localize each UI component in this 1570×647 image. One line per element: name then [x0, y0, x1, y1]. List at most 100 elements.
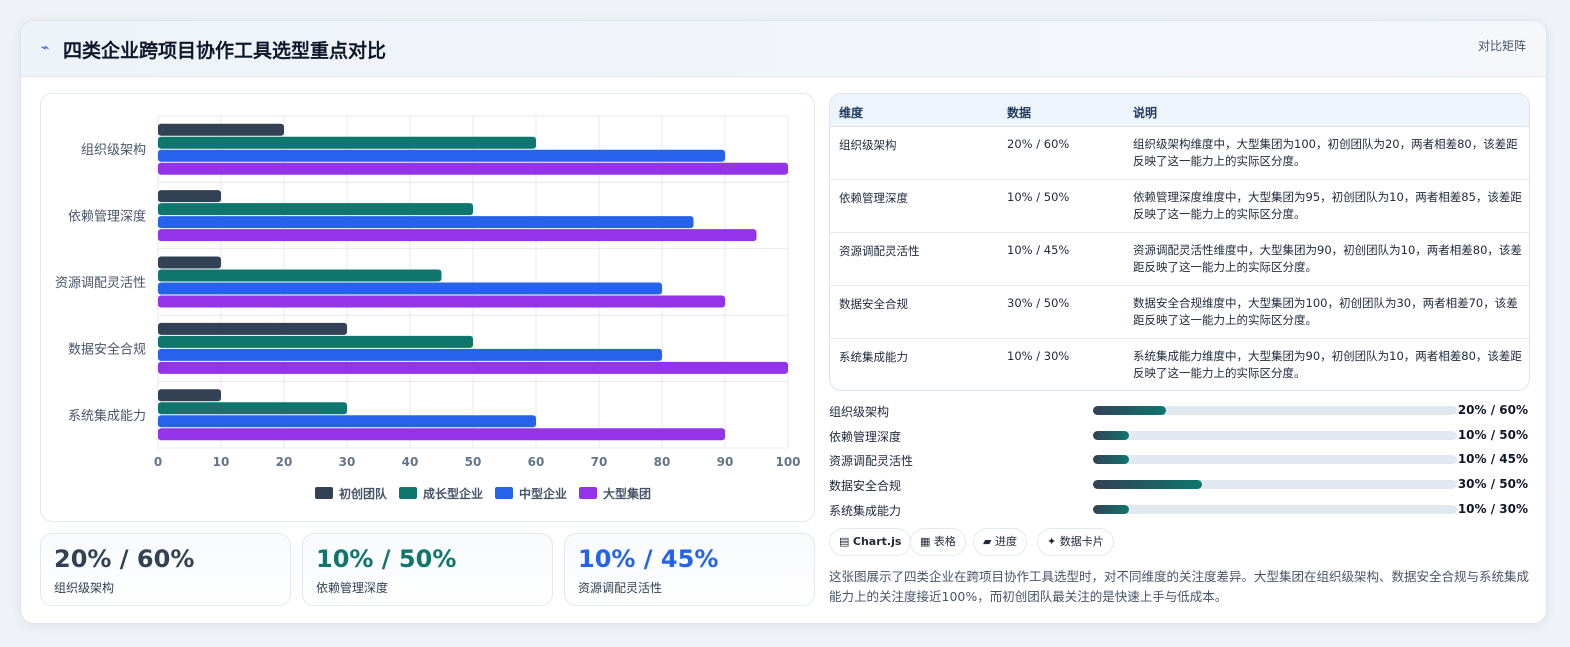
progress-fill	[1093, 480, 1203, 490]
tag-chartjs[interactable]: ▤ Chart.js	[829, 528, 912, 556]
x-tick-label: 40	[402, 455, 419, 469]
cell-dimension: 组织级架构	[839, 138, 897, 152]
y-tick-label: 系统集成能力	[68, 408, 146, 424]
tag-data-card[interactable]: ✦ 数据卡片	[1037, 528, 1114, 556]
table-header: 维度 数据 说明	[830, 94, 1529, 127]
table-icon: ▦	[920, 535, 934, 548]
chart-icon: ▤	[839, 535, 853, 548]
progress-label: 组织级架构	[829, 405, 890, 419]
chart-icon: ⌁	[41, 40, 50, 56]
progress-track	[1093, 430, 1457, 440]
bar	[158, 348, 662, 361]
y-tick-label: 组织级架构	[81, 143, 146, 158]
progress-label: 系统集成能力	[829, 503, 902, 518]
stat-card: 10% / 50% 依赖管理深度	[302, 533, 553, 606]
bar	[158, 203, 473, 216]
tag-progress[interactable]: ▰ 进度	[973, 528, 1027, 556]
bar-chart: 0 10 20 30 40 50 60 70 80 90 100 组织级架构依赖管理深度资源调配灵活性…	[55, 115, 801, 501]
table-row: 资源调配灵活性 10% / 45% 资源调配灵活性维度中，大型集团为90，初创团…	[830, 233, 1529, 286]
x-tick-label: 60	[528, 455, 545, 469]
bar	[158, 162, 788, 175]
table-row: 依赖管理深度 10% / 50% 依赖管理深度维度中，大型集团为95，初创团队为…	[830, 180, 1529, 233]
cell-dimension: 资源调配灵活性	[839, 244, 920, 258]
bar	[158, 361, 788, 374]
progress-row: 数据安全合规 30% / 50%	[829, 476, 1530, 494]
table-row: 系统集成能力 10% / 30% 系统集成能力维度中，大型集团为90，初创团队为…	[830, 339, 1529, 390]
tag-table[interactable]: ▦ 表格	[910, 528, 966, 556]
stat-label: 依赖管理深度	[316, 581, 389, 595]
cell-data: 10% / 30%	[1007, 349, 1070, 363]
bar	[158, 402, 347, 415]
stat-card: 20% / 60% 组织级架构	[40, 533, 291, 606]
cell-data: 10% / 45%	[1007, 243, 1070, 257]
progress-fill	[1093, 406, 1166, 415]
bar	[158, 389, 221, 402]
legend-swatch	[399, 487, 417, 499]
cell-note: 资源调配灵活性维度中，大型集团为90，初创团队为10，两者相差80，该差距反映了…	[1133, 243, 1522, 274]
cell-dimension: 数据安全合规	[839, 297, 908, 311]
card-header: ⌁ 四类企业跨项目协作工具选型重点对比 对比矩阵	[21, 21, 1546, 77]
bar	[158, 322, 347, 335]
x-tick-label: 30	[339, 455, 356, 469]
x-tick-label: 100	[775, 455, 800, 469]
x-tick-label: 80	[654, 455, 671, 469]
legend-label: 大型集团	[603, 486, 651, 501]
bar	[158, 269, 442, 282]
progress-fill	[1093, 430, 1130, 440]
bar	[158, 415, 536, 428]
column-header[interactable]: 数据	[1007, 104, 1031, 121]
legend-label: 初创团队	[339, 486, 388, 501]
x-tick-label: 90	[717, 455, 734, 469]
legend-swatch	[579, 487, 597, 499]
stat-value: 10% / 45%	[578, 545, 719, 573]
bar	[158, 123, 284, 136]
y-tick-label: 依赖管理深度	[68, 209, 146, 225]
progress-value: 10% / 30%	[1457, 501, 1528, 516]
progress-label: 资源调配灵活性	[829, 454, 914, 469]
sparkle-icon: ✦	[1047, 535, 1060, 548]
progress-track	[1093, 480, 1457, 490]
cell-note: 依赖管理深度维度中，大型集团为95，初创团队为10，两者相差85，该差距反映了这…	[1133, 190, 1522, 221]
cell-note: 数据安全合规维度中，大型集团为100，初创团队为30，两者相差70，该差距反映了…	[1133, 296, 1518, 327]
cell-note: 组织级架构维度中，大型集团为100，初创团队为20，两者相差80，该差距反映了这…	[1133, 137, 1518, 168]
column-header[interactable]: 说明	[1133, 104, 1157, 121]
legend-swatch	[495, 487, 513, 499]
cell-data: 10% / 50%	[1007, 190, 1070, 204]
bar	[158, 149, 725, 162]
bar	[158, 229, 757, 242]
progress-track	[1093, 406, 1457, 415]
bar	[158, 216, 694, 229]
legend-label: 中型企业	[519, 486, 567, 501]
column-header[interactable]: 维度	[839, 104, 863, 121]
x-tick-label: 70	[591, 455, 608, 469]
bar-chart-panel: 0 10 20 30 40 50 60 70 80 90 100 组织级架构 依赖管理深度 资源调配灵活性…	[40, 93, 815, 522]
bar	[158, 428, 725, 441]
table-row: 数据安全合规 30% / 50% 数据安全合规维度中，大型集团为100，初创团队…	[830, 286, 1529, 339]
legend-label: 成长型企业	[423, 486, 483, 501]
progress-track	[1093, 504, 1457, 514]
x-tick-label: 20	[276, 455, 293, 469]
progress-value: 10% / 45%	[1457, 452, 1528, 467]
x-tick-label: 50	[465, 455, 482, 469]
cell-dimension: 系统集成能力	[839, 350, 908, 364]
bar	[158, 190, 221, 203]
y-tick-label: 数据安全合规	[68, 341, 146, 357]
bar	[158, 256, 221, 269]
legend-swatch	[315, 487, 333, 499]
stat-label: 组织级架构	[54, 581, 115, 595]
view-mode-label[interactable]: 对比矩阵	[1478, 37, 1526, 54]
bar	[158, 282, 662, 295]
table-row: 组织级架构 20% / 60% 组织级架构维度中，大型集团为100，初创团队为2…	[830, 127, 1529, 180]
cell-dimension: 依赖管理深度	[839, 191, 908, 205]
progress-value: 20% / 60%	[1457, 403, 1528, 417]
bar	[158, 295, 725, 308]
y-tick-label: 资源调配灵活性	[55, 276, 146, 291]
progress-label: 依赖管理深度	[829, 429, 902, 444]
x-tick-label: 0	[154, 455, 162, 469]
chart-description: 这张图展示了四类企业在跨项目协作工具选型时，对不同维度的关注度差异。大型集团在组…	[829, 569, 1530, 604]
cell-data: 20% / 60%	[1007, 137, 1070, 151]
progress-row: 依赖管理深度 10% / 50%	[829, 427, 1530, 445]
page-title: 四类企业跨项目协作工具选型重点对比	[63, 40, 387, 62]
cell-data: 30% / 50%	[1007, 296, 1070, 310]
stat-card: 10% / 45% 资源调配灵活性	[564, 533, 815, 606]
